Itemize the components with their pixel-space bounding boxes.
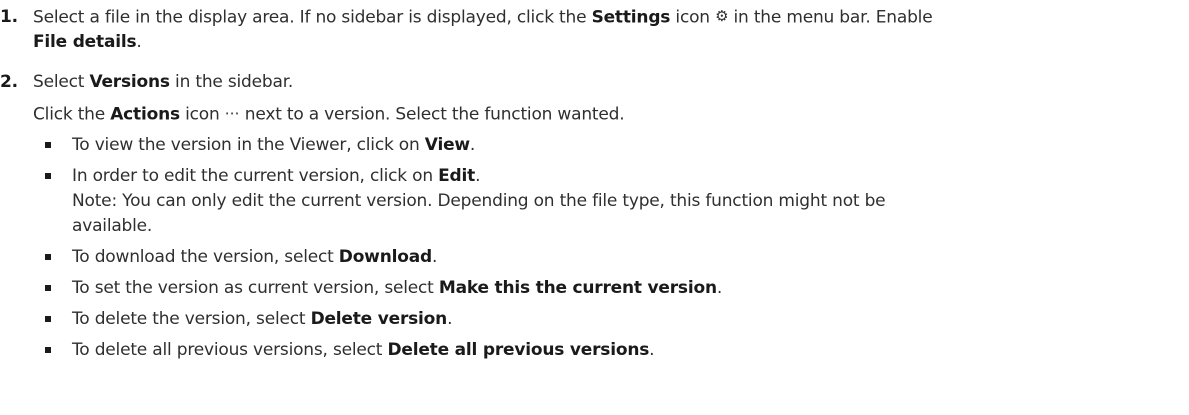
bullet-marker (45, 347, 51, 353)
step-number: 2. (0, 72, 18, 92)
bullet-marker (45, 254, 51, 260)
step-number: 1. (0, 7, 18, 27)
bullet-marker (45, 285, 51, 291)
bullet-marker (45, 142, 51, 148)
settings-term: Settings (591, 7, 671, 28)
bullet-marker (45, 173, 51, 179)
list-item: To download the version, select Download… (72, 247, 438, 267)
actions-term: Actions (110, 104, 180, 125)
step-text-line: Select a file in the display area. If no… (33, 5, 933, 31)
gear-icon: ⚙ (715, 7, 729, 25)
list-item: To set the version as current version, s… (72, 278, 723, 298)
list-item: In order to edit the current version, cl… (72, 166, 481, 186)
versions-term: Versions (89, 72, 170, 92)
list-item: To delete the version, select Delete ver… (72, 309, 453, 329)
step-text-line: File details. (33, 32, 142, 52)
note-line: available. (72, 216, 153, 236)
file-details-term: File details (33, 32, 137, 52)
list-item: To view the version in the Viewer, click… (72, 135, 476, 155)
more-horizontal-icon: ⋯ (224, 104, 240, 122)
step-text-line: Select Versions in the sidebar. (33, 72, 294, 92)
note-line: Note: You can only edit the current vers… (72, 191, 886, 211)
bullet-marker (45, 316, 51, 322)
help-document: 1. Select a file in the display area. If… (0, 0, 1189, 415)
step-text-line: Click the Actions icon ⋯ next to a versi… (33, 102, 625, 128)
list-item: To delete all previous versions, select … (72, 340, 655, 360)
